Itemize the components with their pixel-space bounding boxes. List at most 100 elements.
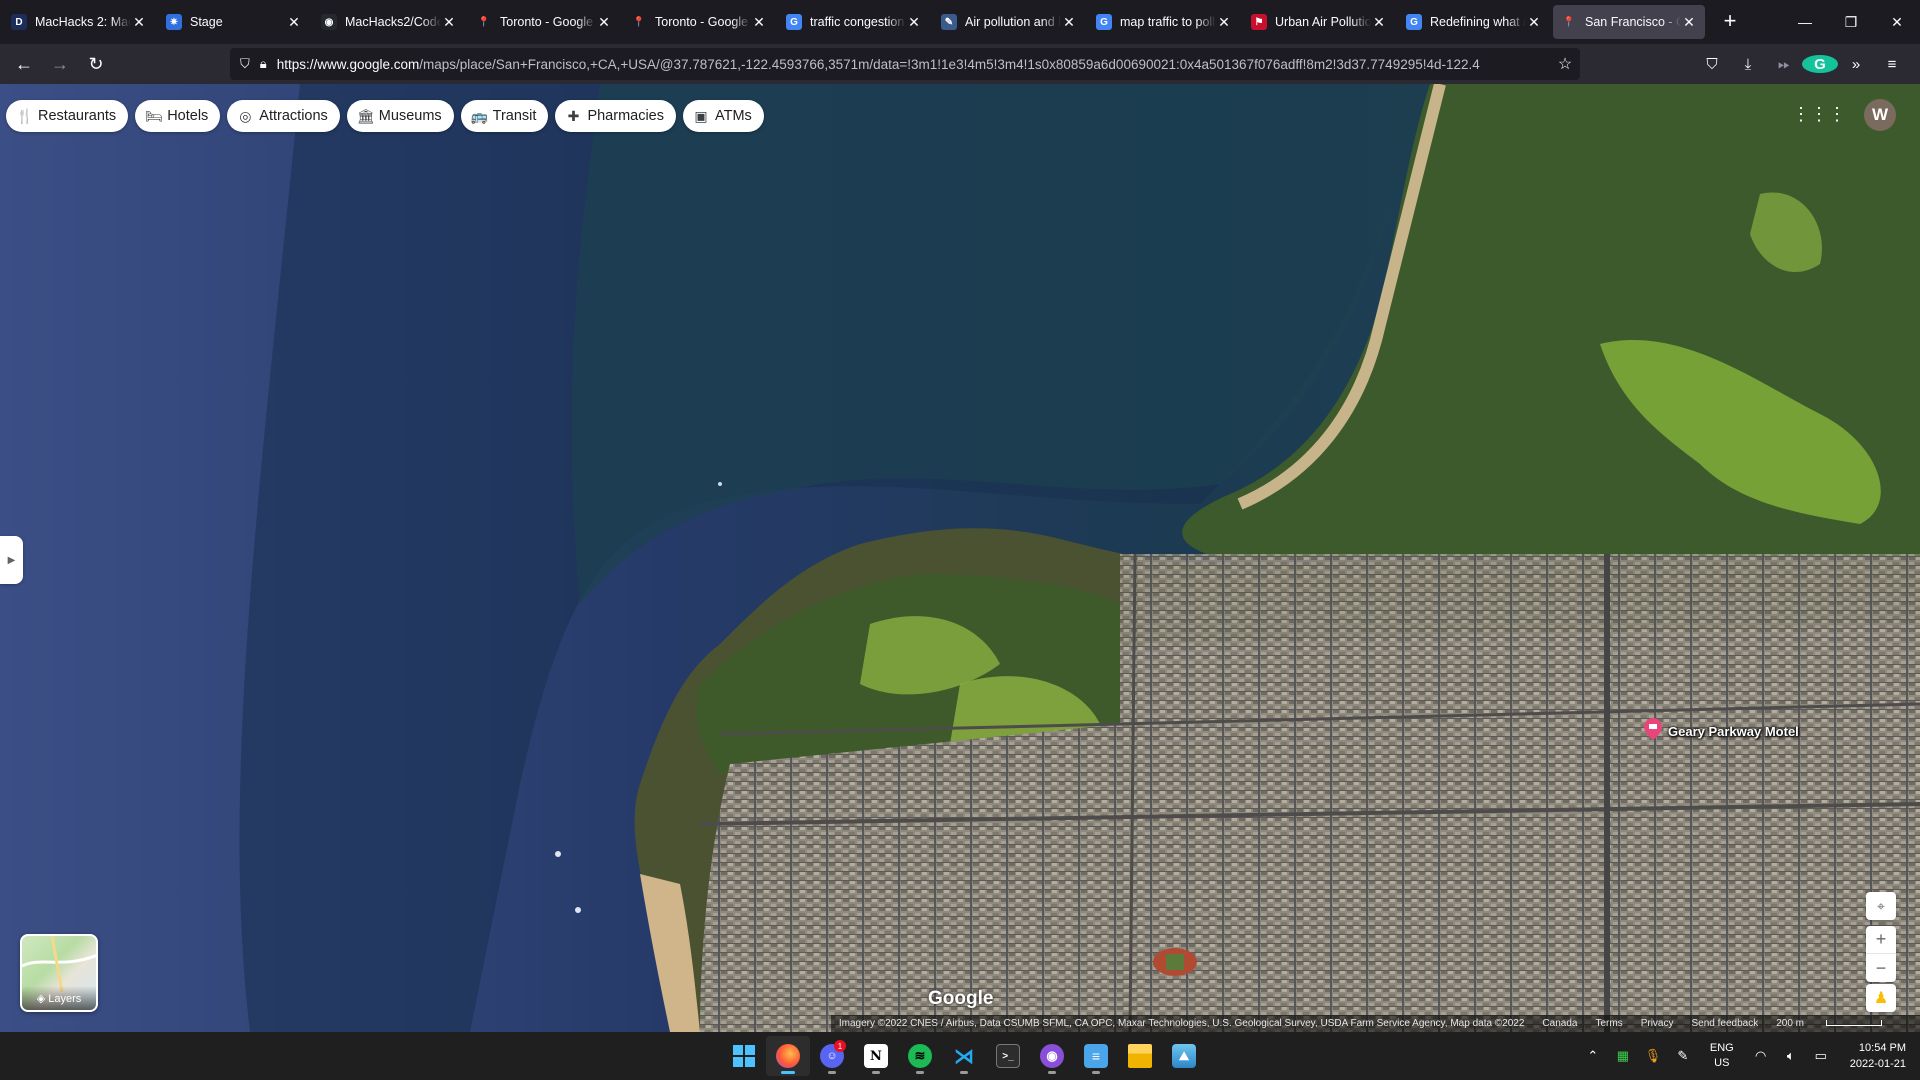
taskbar-file-explorer[interactable] [1118,1036,1162,1076]
start-button[interactable] [722,1036,766,1076]
tab-favicon-icon: G [786,14,802,30]
lock-icon[interactable]: 🔒︎ [260,56,267,72]
chevron-right-icon: ▶ [7,554,16,566]
satellite-map[interactable]: 🍴 Restaurants 🛏 Hotels ◎ Attractions 🏛 Museums 🚌… [0,84,1920,1032]
category-chip-attractions[interactable]: ◎ Attractions [227,100,340,132]
browser-tab[interactable]: ◉ MacHacks2/Code ✕ [313,5,465,39]
send-feedback-link[interactable]: Send feedback [1691,1018,1758,1029]
close-tab-icon[interactable]: ✕ [1681,14,1697,31]
privacy-link[interactable]: Privacy [1641,1018,1674,1029]
account-avatar[interactable]: W [1864,99,1896,131]
browser-tab[interactable]: ✷ Stage ✕ [158,5,310,39]
grammarly-extension-icon[interactable]: G [1802,55,1838,73]
reload-button[interactable]: ↻ [78,48,114,80]
taskbar-github-desktop[interactable]: ◉ [1030,1036,1074,1076]
my-location-button[interactable]: ⌖ [1866,892,1896,920]
windows-logo-icon [733,1045,755,1067]
google-apps-grid-icon[interactable]: ⋮⋮⋮ [1792,104,1846,125]
taskbar-photos[interactable]: ⛰ [1162,1036,1206,1076]
menu-hamburger-icon[interactable]: ≡ [1874,56,1910,73]
taskbar-discord[interactable]: ☺ 1 [810,1036,854,1076]
wifi-icon[interactable]: ◠ [1749,1048,1773,1064]
forward-button[interactable]: → [42,48,78,80]
lang-code: ENG [1709,1042,1734,1054]
close-tab-icon[interactable]: ✕ [596,14,612,31]
pocket-icon[interactable]: ⛉ [1694,56,1730,73]
pen-icon[interactable]: ✎ [1671,1048,1695,1064]
zoom-in-button[interactable]: + [1866,926,1896,954]
zoom-out-button[interactable]: − [1866,954,1896,982]
browser-tab[interactable]: D MacHacks 2: Mac ✕ [3,5,155,39]
hw-monitor-icon[interactable]: ▦ [1611,1048,1635,1064]
taskbar-notepad[interactable]: ≡ [1074,1036,1118,1076]
satellite-imagery [0,84,1920,1032]
category-chip-atms[interactable]: ▣ ATMs [683,100,764,132]
scale-indicator[interactable]: 200 m [1776,1018,1900,1029]
region-link[interactable]: Canada [1542,1018,1577,1029]
overflow-chevron-icon[interactable]: » [1838,56,1874,73]
tab-title: Urban Air Pollution [1275,15,1371,29]
browser-tab[interactable]: ✎ Air pollution and h ✕ [933,5,1085,39]
place-label[interactable]: Geary Parkway Motel [1668,724,1799,739]
folder-icon [1128,1044,1152,1068]
windows-taskbar: ☺ 1 N ≋ ⋊ >_ ◉ ≡ ⛰ ⌃ ▦ 🎙︎ ✎ ENG US ◠ 🔈︎ ▭… [0,1032,1920,1080]
camera-icon: ◎ [239,107,252,124]
back-button[interactable]: ← [6,48,42,80]
close-tab-icon[interactable]: ✕ [441,14,457,31]
url-text[interactable]: https://www.google.com/maps/place/San+Fr… [277,57,1550,72]
category-chips: 🍴 Restaurants 🛏 Hotels ◎ Attractions 🏛 Museums 🚌… [6,100,771,132]
terms-link[interactable]: Terms [1595,1018,1622,1029]
close-tab-icon[interactable]: ✕ [906,14,922,31]
extension-forward-icon[interactable]: ⏩︎ [1766,56,1802,73]
layers-toggle[interactable]: ◈ Layers [20,934,98,1012]
tab-title: Stage [190,15,223,29]
browser-tab[interactable]: 📍 Toronto - Google M✕ [623,5,775,39]
close-tab-icon[interactable]: ✕ [131,14,147,31]
taskbar-terminal[interactable]: >_ [986,1036,1030,1076]
expand-side-panel-button[interactable]: ▶ [0,536,23,584]
microphone-icon[interactable]: 🎙︎ [1641,1048,1665,1064]
street-view-pegman-icon[interactable]: ♟ [1866,984,1896,1012]
browser-tab[interactable]: ⚑ Urban Air Pollution ✕ [1243,5,1395,39]
chevron-up-icon[interactable]: ⌃ [1581,1048,1605,1064]
close-tab-icon[interactable]: ✕ [1061,14,1077,31]
taskbar-vscode[interactable]: ⋊ [942,1036,986,1076]
browser-tab[interactable]: 📍 San Francisco - Go✕ [1553,5,1705,39]
taskbar-firefox[interactable] [766,1036,810,1076]
shield-icon[interactable]: ⛉ [240,56,250,72]
taskbar-spotify[interactable]: ≋ [898,1036,942,1076]
close-tab-icon[interactable]: ✕ [1371,14,1387,31]
address-bar[interactable]: ⛉ 🔒︎ https://www.google.com/maps/place/S… [230,48,1580,80]
battery-icon[interactable]: ▭ [1809,1048,1833,1064]
close-tab-icon[interactable]: ✕ [751,14,767,31]
restore-button[interactable]: ❐ [1828,0,1874,44]
taskbar-notion[interactable]: N [854,1036,898,1076]
category-chip-museums[interactable]: 🏛 Museums [346,100,454,132]
close-window-button[interactable]: ✕ [1874,0,1920,44]
close-tab-icon[interactable]: ✕ [1526,14,1542,31]
category-chip-hotels[interactable]: 🛏 Hotels [135,100,221,132]
input-language[interactable]: ENG US [1710,1041,1734,1071]
close-tab-icon[interactable]: ✕ [286,14,302,31]
browser-tab[interactable]: Gmap traffic to poll ✕ [1088,5,1240,39]
firefox-icon [776,1044,800,1068]
browser-tab[interactable]: G Redefining what a ✕ [1398,5,1550,39]
category-label: ATMs [715,108,752,124]
category-chip-pharmacies[interactable]: ✚ Pharmacies [555,100,676,132]
tab-title: traffic congestion [810,15,905,29]
atm-icon: ▣ [694,107,708,124]
browser-tab[interactable]: Gtraffic congestion ✕ [778,5,930,39]
bookmark-star-icon[interactable]: ☆ [1550,54,1580,74]
taskbar-apps: ☺ 1 N ≋ ⋊ >_ ◉ ≡ ⛰ [722,1032,1206,1080]
hotel-marker-pin[interactable] [1644,718,1662,740]
clock[interactable]: 10:54 PM 2022-01-21 [1850,1040,1906,1072]
category-chip-restaurants[interactable]: 🍴 Restaurants [6,100,129,132]
download-icon[interactable]: ⤓ [1730,56,1766,73]
minimize-button[interactable]: — [1782,0,1828,44]
close-tab-icon[interactable]: ✕ [1216,14,1232,31]
tab-title: Redefining what a [1430,15,1526,29]
browser-tab[interactable]: 📍 Toronto - Google M✕ [468,5,620,39]
new-tab-button[interactable]: + [1715,7,1745,37]
volume-icon[interactable]: 🔈︎ [1779,1048,1803,1064]
category-chip-transit[interactable]: 🚌 Transit [460,100,549,132]
